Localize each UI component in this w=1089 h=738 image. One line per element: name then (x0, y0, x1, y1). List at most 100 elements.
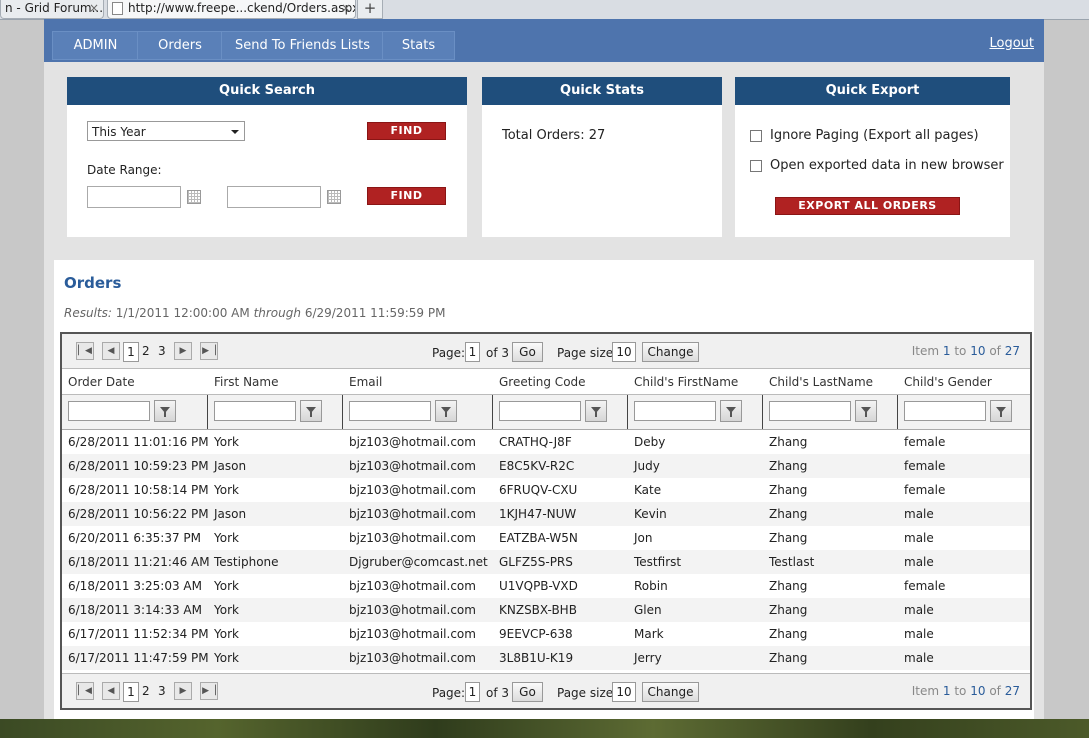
column-header-child-first-name[interactable]: Child's FirstName (634, 375, 738, 389)
cell-child-last-name: Zhang (769, 459, 808, 473)
table-row[interactable]: 6/28/2011 11:01:16 PM York bjz103@hotmail.… (62, 430, 1030, 454)
calendar-icon[interactable] (327, 190, 341, 204)
cell-order-date: 6/18/2011 3:14:33 AM (68, 603, 202, 617)
last-page-icon[interactable]: ▶▕ (200, 682, 218, 700)
cell-first-name: York (214, 531, 239, 545)
table-row[interactable]: 6/18/2011 11:21:46 AM Testiphone Djgruber@… (62, 550, 1030, 574)
last-page-icon[interactable]: ▶▕ (200, 342, 218, 360)
logout-link[interactable]: Logout (989, 36, 1034, 51)
change-button[interactable]: Change (642, 342, 699, 362)
filter-input[interactable] (214, 401, 296, 421)
column-header-greeting-code[interactable]: Greeting Code (499, 375, 586, 389)
table-row[interactable]: 6/17/2011 11:47:59 PM York bjz103@hotmail.… (62, 646, 1030, 670)
ignore-paging-checkbox[interactable] (750, 130, 762, 142)
close-icon[interactable]: × (89, 0, 99, 16)
page-count: of 3 (486, 686, 510, 700)
nav-item-send-to-friends[interactable]: Send To Friends Lists (221, 31, 384, 60)
page-link[interactable]: 2 (142, 342, 150, 360)
nav-item-stats[interactable]: Stats (382, 31, 455, 60)
column-header-child-last-name[interactable]: Child's LastName (769, 375, 873, 389)
column-header-email[interactable]: Email (349, 375, 382, 389)
page-input[interactable]: 1 (465, 682, 480, 702)
close-icon[interactable]: × (341, 0, 351, 16)
item-to: 10 (970, 684, 986, 698)
page-input[interactable]: 1 (465, 342, 480, 362)
table-row[interactable]: 6/17/2011 11:52:34 PM York bjz103@hotmail.… (62, 622, 1030, 646)
filter-button[interactable] (435, 400, 457, 422)
column-header-child-gender[interactable]: Child's Gender (904, 375, 992, 389)
item-total: 27 (1004, 344, 1020, 358)
filter-icon (160, 407, 170, 417)
cell-child-last-name: Zhang (769, 627, 808, 641)
open-new-browser-checkbox[interactable] (750, 160, 762, 172)
filter-input[interactable] (769, 401, 851, 421)
filter-input[interactable] (349, 401, 431, 421)
period-select[interactable]: This Year (87, 121, 245, 141)
table-row[interactable]: 6/20/2011 6:35:37 PM York bjz103@hotmail.c… (62, 526, 1030, 550)
cell-email: bjz103@hotmail.com (349, 483, 476, 497)
page-link[interactable]: 3 (158, 342, 166, 360)
calendar-icon[interactable] (187, 190, 201, 204)
page-link[interactable]: 2 (142, 682, 150, 700)
table-row[interactable]: 6/28/2011 10:56:22 PM Jason bjz103@hotmail… (62, 502, 1030, 526)
column-header-order-date[interactable]: Order Date (68, 375, 135, 389)
browser-tab-strip: n - Grid Forum... × http://www.freepe...… (0, 0, 1089, 20)
cell-child-gender: male (904, 507, 934, 521)
new-tab-button[interactable]: + (357, 0, 383, 19)
first-page-icon[interactable]: ▏◀ (76, 682, 94, 700)
open-new-browser-label: Open exported data in new browser (770, 158, 1004, 173)
table-row[interactable]: 6/28/2011 10:59:23 PM Jason bjz103@hotmail… (62, 454, 1030, 478)
filter-button[interactable] (720, 400, 742, 422)
filter-input[interactable] (634, 401, 716, 421)
table-row[interactable]: 6/18/2011 3:25:03 AM York bjz103@hotmail.c… (62, 574, 1030, 598)
page-size-input[interactable]: 10 (612, 682, 636, 702)
cell-child-first-name: Robin (634, 579, 668, 593)
previous-page-icon[interactable]: ◀ (102, 342, 120, 360)
column-header-first-name[interactable]: First Name (214, 375, 278, 389)
previous-page-icon[interactable]: ◀ (102, 682, 120, 700)
filter-button[interactable] (154, 400, 176, 422)
filter-cell-child-last-name (763, 395, 898, 429)
filter-button[interactable] (300, 400, 322, 422)
table-row[interactable]: 6/18/2011 3:14:33 AM York bjz103@hotmail.c… (62, 598, 1030, 622)
page-link[interactable]: 3 (158, 682, 166, 700)
filter-button[interactable] (855, 400, 877, 422)
next-page-icon[interactable]: ▶ (174, 682, 192, 700)
cell-email: bjz103@hotmail.com (349, 459, 476, 473)
cell-order-date: 6/17/2011 11:47:59 PM (68, 651, 209, 665)
filter-input[interactable] (499, 401, 581, 421)
ignore-paging-label: Ignore Paging (Export all pages) (770, 128, 979, 143)
go-button[interactable]: Go (512, 682, 543, 702)
filter-cell-email (343, 395, 493, 429)
cell-first-name: York (214, 483, 239, 497)
find-date-range-button[interactable]: FIND (367, 187, 446, 205)
page-link[interactable]: 1 (123, 682, 139, 702)
next-page-icon[interactable]: ▶ (174, 342, 192, 360)
results-through: through (253, 306, 301, 320)
find-button[interactable]: FIND (367, 122, 446, 140)
filter-input[interactable] (68, 401, 150, 421)
change-button[interactable]: Change (642, 682, 699, 702)
cell-first-name: Jason (214, 507, 247, 521)
filter-button[interactable] (585, 400, 607, 422)
tab-title: http://www.freepe...ckend/Orders.aspx (128, 1, 356, 15)
go-button[interactable]: Go (512, 342, 543, 362)
item-from: 1 (942, 344, 951, 358)
period-select-value: This Year (92, 125, 146, 139)
browser-tab[interactable]: n - Grid Forum... × (0, 0, 104, 19)
cell-greeting-code: 9EEVCP-638 (499, 627, 573, 641)
start-date-input[interactable] (87, 186, 181, 208)
nav-item-orders[interactable]: Orders (137, 31, 223, 60)
table-row[interactable]: 6/28/2011 10:58:14 PM York bjz103@hotmail.… (62, 478, 1030, 502)
filter-button[interactable] (990, 400, 1012, 422)
first-page-icon[interactable]: ▏◀ (76, 342, 94, 360)
panel-title: Quick Search (67, 77, 467, 105)
nav-item-admin[interactable]: ADMIN (52, 31, 139, 60)
end-date-input[interactable] (227, 186, 321, 208)
filter-input[interactable] (904, 401, 986, 421)
cell-first-name: York (214, 579, 239, 593)
browser-tab-active[interactable]: http://www.freepe...ckend/Orders.aspx × (107, 0, 356, 19)
export-all-orders-button[interactable]: EXPORT ALL ORDERS (775, 197, 960, 215)
page-link[interactable]: 1 (123, 342, 139, 362)
page-size-input[interactable]: 10 (612, 342, 636, 362)
